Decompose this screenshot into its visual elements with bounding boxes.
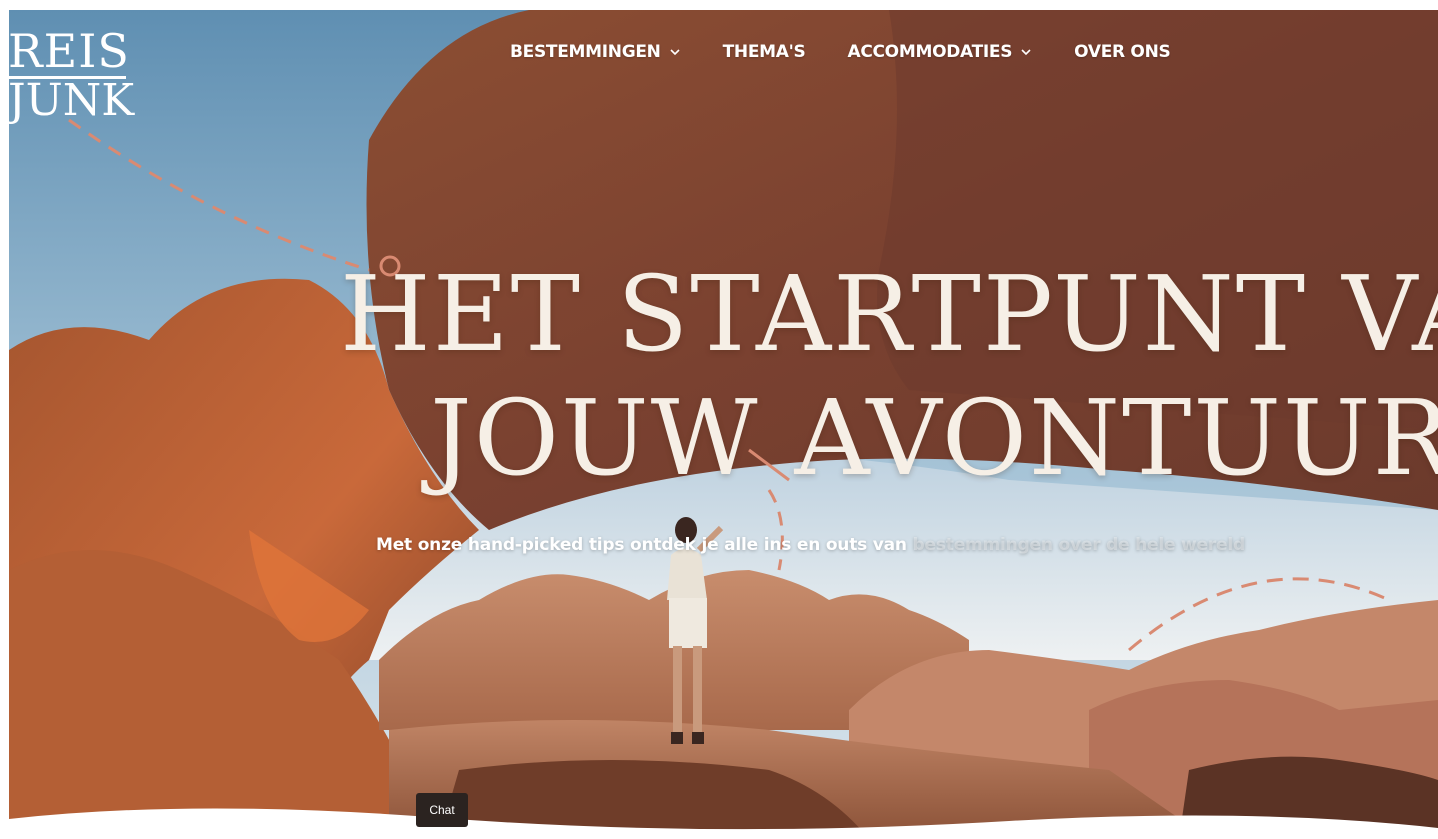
page: REIS JUNK BESTEMMINGEN THEMA'S ACCOMMODA… bbox=[0, 0, 1438, 839]
chevron-down-icon bbox=[1021, 49, 1031, 56]
logo-line-2: JUNK bbox=[8, 75, 135, 126]
chat-button-label: Chat bbox=[429, 803, 455, 817]
brand-logo[interactable]: REIS JUNK bbox=[8, 28, 138, 123]
nav-item-accommodaties[interactable]: ACCOMMODATIES bbox=[847, 42, 1032, 62]
chevron-down-icon bbox=[670, 49, 680, 56]
nav-item-themas[interactable]: THEMA'S bbox=[723, 42, 806, 62]
nav-item-label: THEMA'S bbox=[722, 42, 806, 62]
hero-headline-line-2: JOUW AVONTUUR bbox=[430, 377, 1438, 499]
main-navigation: BESTEMMINGEN THEMA'S ACCOMMODATIES OVER … bbox=[510, 40, 1212, 64]
chat-button[interactable]: Chat bbox=[416, 793, 468, 827]
hero-subline-text: Met onze hand-picked tips ontdek je alle… bbox=[376, 535, 913, 555]
hero-subline: Met onze hand-picked tips ontdek je alle… bbox=[376, 535, 1245, 555]
hero-headline-line-1: HET STARTPUNT VAN bbox=[340, 253, 1438, 375]
hero-subline-faded-text: bestemmingen over de hele wereld bbox=[912, 535, 1246, 555]
nav-item-label: OVER ONS bbox=[1074, 42, 1171, 62]
nav-item-bestemmingen[interactable]: BESTEMMINGEN bbox=[510, 42, 681, 62]
nav-item-over-ons[interactable]: OVER ONS bbox=[1074, 42, 1171, 62]
logo-line-1: REIS bbox=[8, 24, 130, 79]
nav-item-label: BESTEMMINGEN bbox=[510, 42, 661, 62]
nav-item-label: ACCOMMODATIES bbox=[847, 42, 1013, 62]
hero-headline: HET STARTPUNT VAN JOUW AVONTUUR bbox=[0, 252, 1438, 500]
bottom-wave-divider bbox=[9, 808, 1438, 839]
